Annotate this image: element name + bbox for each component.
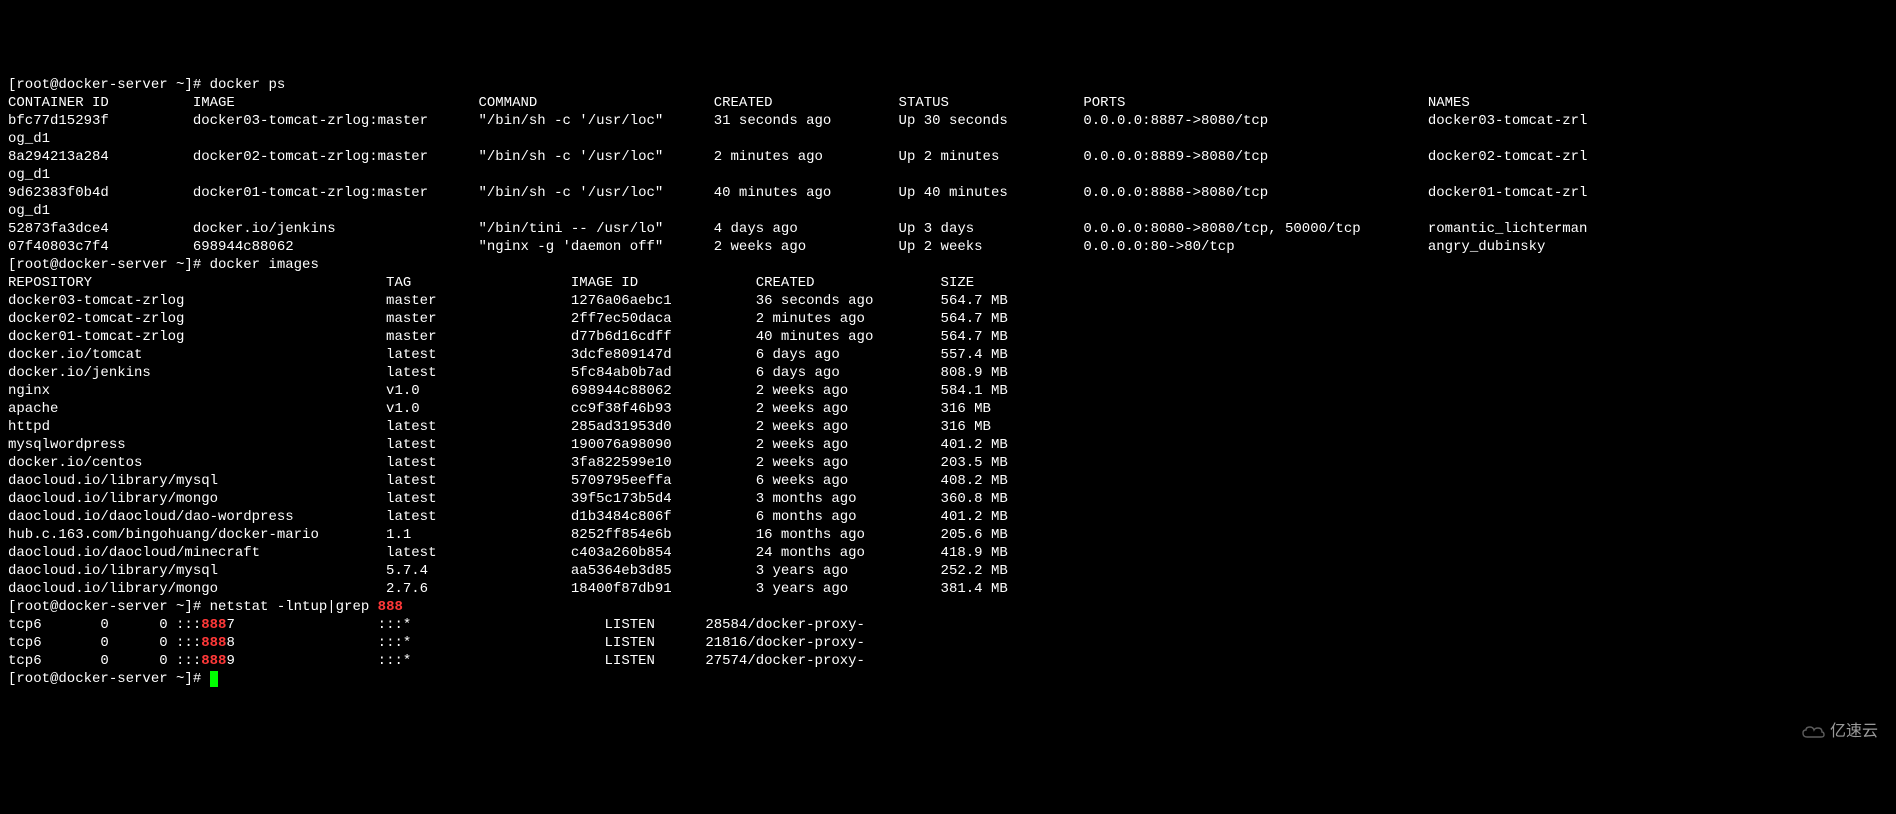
- images-row: daocloud.io/library/mysql 5.7.4 aa5364eb…: [8, 563, 1008, 579]
- netstat-row: tcp6 0 0 :::8888 :::* LISTEN 21816/docke…: [8, 635, 865, 651]
- images-row: docker03-tomcat-zrlog master 1276a06aebc…: [8, 293, 1008, 309]
- cursor: [210, 671, 218, 687]
- images-row: daocloud.io/library/mongo latest 39f5c17…: [8, 491, 1008, 507]
- ps-row: 9d62383f0b4d docker01-tomcat-zrlog:maste…: [8, 185, 1587, 201]
- ps-row: 07f40803c7f4 698944c88062 "nginx -g 'dae…: [8, 239, 1545, 255]
- watermark-text: 亿速云: [1830, 723, 1878, 741]
- cloud-icon: [1800, 724, 1826, 740]
- images-row: daocloud.io/library/mongo 2.7.6 18400f87…: [8, 581, 1008, 597]
- images-row: docker.io/jenkins latest 5fc84ab0b7ad 6 …: [8, 365, 1008, 381]
- images-row: hub.c.163.com/bingohuang/docker-mario 1.…: [8, 527, 1008, 543]
- images-row: nginx v1.0 698944c88062 2 weeks ago 584.…: [8, 383, 1008, 399]
- watermark-logo: 亿速云: [1800, 723, 1878, 741]
- prompt-line: [root@docker-server ~]# docker images: [8, 257, 319, 273]
- prompt-line: [root@docker-server ~]# netstat -lntup|g…: [8, 599, 403, 615]
- images-row: docker.io/tomcat latest 3dcfe809147d 6 d…: [8, 347, 1008, 363]
- ps-row: bfc77d15293f docker03-tomcat-zrlog:maste…: [8, 113, 1587, 129]
- images-row: daocloud.io/library/mysql latest 5709795…: [8, 473, 1008, 489]
- images-row: mysqlwordpress latest 190076a98090 2 wee…: [8, 437, 1008, 453]
- ps-row-wrap: og_d1: [8, 203, 50, 219]
- prompt-line[interactable]: [root@docker-server ~]#: [8, 671, 218, 687]
- ps-row: 52873fa3dce4 docker.io/jenkins "/bin/tin…: [8, 221, 1587, 237]
- netstat-row: tcp6 0 0 :::8889 :::* LISTEN 27574/docke…: [8, 653, 865, 669]
- prompt-line: [root@docker-server ~]# docker ps: [8, 77, 285, 93]
- ps-row-wrap: og_d1: [8, 131, 50, 147]
- images-row: daocloud.io/daocloud/dao-wordpress lates…: [8, 509, 1008, 525]
- terminal-output: [root@docker-server ~]# docker ps CONTAI…: [8, 76, 1888, 688]
- images-row: docker02-tomcat-zrlog master 2ff7ec50dac…: [8, 311, 1008, 327]
- images-row: daocloud.io/daocloud/minecraft latest c4…: [8, 545, 1008, 561]
- images-row: apache v1.0 cc9f38f46b93 2 weeks ago 316…: [8, 401, 991, 417]
- ps-header: CONTAINER ID IMAGE COMMAND CREATED STATU…: [8, 95, 1470, 111]
- ps-row: 8a294213a284 docker02-tomcat-zrlog:maste…: [8, 149, 1587, 165]
- images-row: docker.io/centos latest 3fa822599e10 2 w…: [8, 455, 1008, 471]
- netstat-row: tcp6 0 0 :::8887 :::* LISTEN 28584/docke…: [8, 617, 865, 633]
- ps-row-wrap: og_d1: [8, 167, 50, 183]
- images-row: docker01-tomcat-zrlog master d77b6d16cdf…: [8, 329, 1008, 345]
- images-header: REPOSITORY TAG IMAGE ID CREATED SIZE: [8, 275, 974, 291]
- images-row: httpd latest 285ad31953d0 2 weeks ago 31…: [8, 419, 991, 435]
